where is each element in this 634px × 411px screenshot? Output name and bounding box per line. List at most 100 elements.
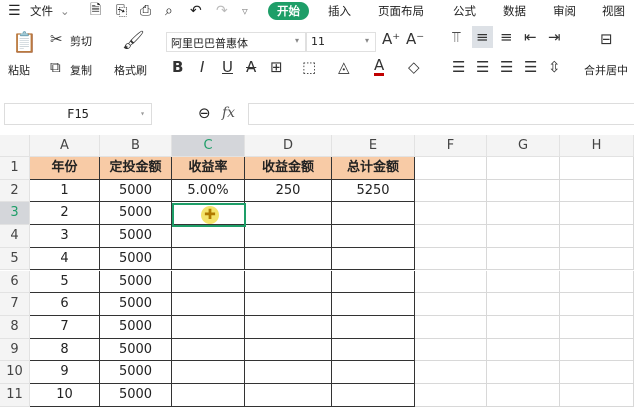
cell-C7[interactable] [172, 293, 245, 316]
merge-center-icon[interactable]: ⊟ [600, 30, 613, 48]
cell-B11[interactable]: 5000 [100, 384, 172, 407]
align-right-icon[interactable]: ☰ [500, 58, 513, 76]
cell-F7[interactable] [415, 293, 487, 316]
cell-D10[interactable] [245, 361, 332, 384]
format-painter-button[interactable]: 格式刷 [114, 62, 147, 78]
cell-E9[interactable] [332, 338, 415, 362]
column-header-G[interactable]: G [487, 135, 560, 157]
cell-B3[interactable]: 5000 [100, 202, 172, 226]
format-painter-icon[interactable]: 🖌 [122, 30, 145, 51]
align-left-icon[interactable]: ☰ [452, 58, 465, 76]
bold-button[interactable]: B [172, 58, 183, 76]
cell-A4[interactable]: 3 [30, 225, 100, 248]
cell-D6[interactable] [245, 270, 332, 294]
font-family-select[interactable]: 阿里巴巴普惠体 ▾ [166, 32, 306, 52]
merge-center-button[interactable]: 合并居中 [584, 62, 628, 78]
tab-data[interactable]: 数据 [503, 3, 526, 19]
cell-B1[interactable]: 定投金额 [100, 157, 172, 180]
cell-F2[interactable] [415, 179, 487, 203]
cell-H6[interactable] [560, 270, 634, 294]
cell-A1[interactable]: 年份 [30, 157, 100, 180]
cell-G10[interactable] [487, 361, 560, 384]
cell-G8[interactable] [487, 315, 560, 339]
cell-G1[interactable] [487, 157, 560, 180]
cell-A7[interactable]: 6 [30, 293, 100, 316]
cell-D9[interactable] [245, 338, 332, 362]
cell-D1[interactable]: 收益金额 [245, 157, 332, 180]
underline-button[interactable]: U [222, 58, 233, 76]
print-preview-icon[interactable]: ⌕ [165, 3, 173, 19]
tab-insert[interactable]: 插入 [328, 3, 351, 19]
row-header-2[interactable]: 2 [0, 179, 30, 203]
formula-input[interactable] [248, 103, 634, 125]
cell-F10[interactable] [415, 361, 487, 384]
cell-A6[interactable]: 5 [30, 270, 100, 294]
cell-E5[interactable] [332, 247, 415, 271]
cell-B6[interactable]: 5000 [100, 270, 172, 294]
cell-D11[interactable] [245, 384, 332, 407]
copy-button[interactable]: 复制 [70, 62, 92, 78]
align-middle-icon[interactable]: ≡ [472, 26, 493, 48]
row-header-3[interactable]: 3 [0, 202, 30, 226]
font-size-select[interactable]: 11 ▾ [306, 32, 376, 52]
cell-C9[interactable] [172, 338, 245, 362]
export-icon[interactable]: ⎘ [116, 3, 127, 19]
cell-C6[interactable] [172, 270, 245, 294]
decrease-indent-icon[interactable]: ⇤ [524, 28, 537, 46]
tab-home[interactable]: 开始 [268, 2, 309, 20]
row-header-5[interactable]: 5 [0, 247, 30, 271]
redo-icon[interactable]: ↷ [216, 3, 228, 19]
undo-icon[interactable]: ↶ [190, 3, 202, 19]
chevron-down-icon[interactable]: ⌄ [60, 4, 70, 18]
column-header-A[interactable]: A [30, 135, 100, 157]
select-all-corner[interactable] [0, 135, 30, 157]
cell-E2[interactable]: 5250 [332, 179, 415, 203]
quick-access-dropdown-icon[interactable]: ▿ [242, 4, 248, 18]
cell-H8[interactable] [560, 315, 634, 339]
increase-font-icon[interactable]: A⁺ [382, 30, 400, 48]
cell-B4[interactable]: 5000 [100, 225, 172, 248]
zoom-icon[interactable]: ⊖ [198, 104, 211, 122]
tab-review[interactable]: 审阅 [553, 3, 576, 19]
cell-E4[interactable] [332, 225, 415, 248]
row-header-11[interactable]: 11 [0, 384, 30, 407]
cell-D2[interactable]: 250 [245, 179, 332, 203]
cell-G2[interactable] [487, 179, 560, 203]
column-header-B[interactable]: B [100, 135, 172, 157]
cell-H10[interactable] [560, 361, 634, 384]
hamburger-icon[interactable]: ☰ [8, 3, 21, 19]
font-color-button[interactable]: A [374, 58, 385, 76]
cell-H7[interactable] [560, 293, 634, 316]
justify-icon[interactable]: ☰ [524, 58, 537, 76]
column-header-D[interactable]: D [245, 135, 332, 157]
fill-color-icon[interactable]: ◬ [338, 58, 350, 76]
cell-H2[interactable] [560, 179, 634, 203]
row-header-8[interactable]: 8 [0, 315, 30, 339]
cell-D7[interactable] [245, 293, 332, 316]
cell-G6[interactable] [487, 270, 560, 294]
column-header-C[interactable]: C [172, 135, 245, 157]
cell-G5[interactable] [487, 247, 560, 271]
cut-button[interactable]: 剪切 [70, 33, 92, 49]
cell-D4[interactable] [245, 225, 332, 248]
save-icon[interactable]: 🗎 [90, 0, 101, 23]
cell-F8[interactable] [415, 315, 487, 339]
row-header-7[interactable]: 7 [0, 293, 30, 316]
cell-G9[interactable] [487, 338, 560, 362]
cell-H5[interactable] [560, 247, 634, 271]
menu-file[interactable]: 文件 [30, 3, 53, 19]
cell-A8[interactable]: 7 [30, 315, 100, 339]
align-center-icon[interactable]: ☰ [476, 58, 489, 76]
clear-icon[interactable]: ◇ [408, 58, 420, 76]
fx-icon[interactable]: fx [222, 105, 235, 121]
row-header-10[interactable]: 10 [0, 361, 30, 384]
decrease-font-icon[interactable]: A⁻ [406, 30, 424, 48]
cell-D3[interactable] [245, 202, 332, 226]
cell-A9[interactable]: 8 [30, 338, 100, 362]
distributed-icon[interactable]: ⇳ [548, 58, 561, 76]
cell-C11[interactable] [172, 384, 245, 407]
cell-H11[interactable] [560, 384, 634, 407]
cell-C10[interactable] [172, 361, 245, 384]
cell-style-icon[interactable]: ⬚ [302, 58, 316, 76]
tab-page-layout[interactable]: 页面布局 [378, 3, 424, 19]
